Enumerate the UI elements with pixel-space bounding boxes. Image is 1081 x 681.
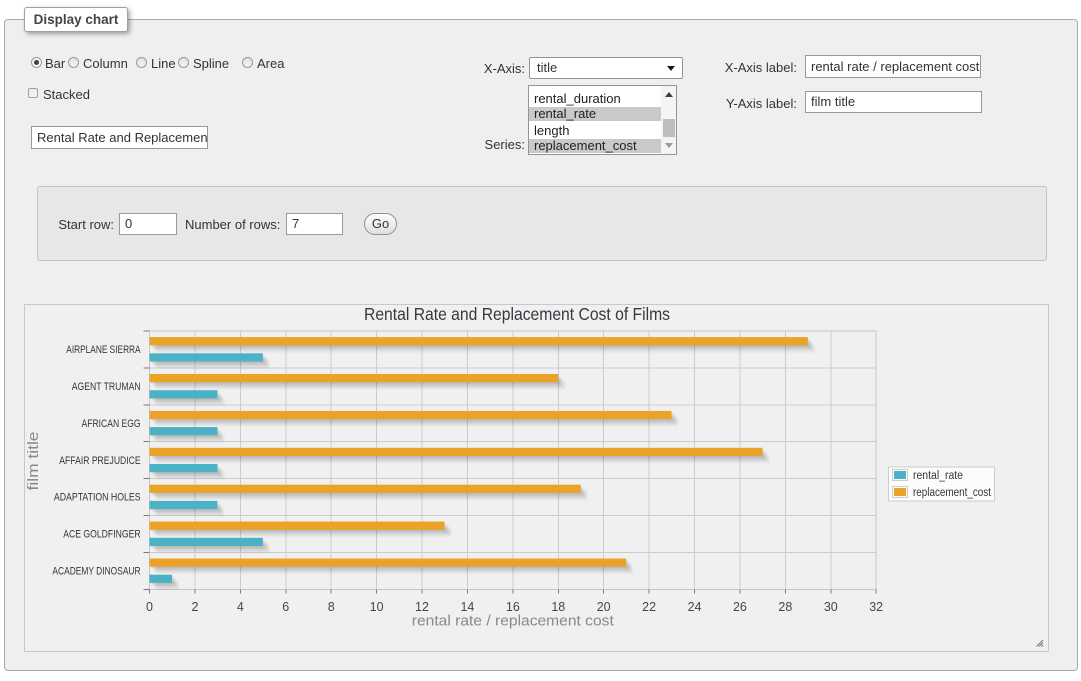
svg-text:AGENT TRUMAN: AGENT TRUMAN bbox=[72, 381, 141, 393]
svg-text:AIRPLANE SIERRA: AIRPLANE SIERRA bbox=[66, 344, 141, 356]
svg-text:28: 28 bbox=[778, 600, 792, 614]
svg-text:4: 4 bbox=[237, 600, 244, 614]
svg-text:ACE GOLDFINGER: ACE GOLDFINGER bbox=[63, 529, 140, 541]
svg-text:film title: film title bbox=[25, 432, 42, 491]
svg-text:6: 6 bbox=[282, 600, 289, 614]
svg-text:ADAPTATION HOLES: ADAPTATION HOLES bbox=[54, 492, 141, 504]
svg-text:AFFAIR PREJUDICE: AFFAIR PREJUDICE bbox=[59, 455, 140, 467]
svg-text:26: 26 bbox=[733, 600, 747, 614]
svg-text:24: 24 bbox=[688, 600, 702, 614]
svg-text:30: 30 bbox=[824, 600, 838, 614]
svg-text:10: 10 bbox=[370, 600, 384, 614]
svg-text:8: 8 bbox=[328, 600, 335, 614]
svg-text:rental_rate: rental_rate bbox=[913, 470, 963, 482]
svg-text:0: 0 bbox=[146, 600, 153, 614]
svg-text:replacement_cost: replacement_cost bbox=[913, 487, 992, 499]
svg-text:AFRICAN EGG: AFRICAN EGG bbox=[82, 418, 141, 430]
svg-text:Rental Rate and Replacement Co: Rental Rate and Replacement Cost of Film… bbox=[364, 305, 670, 324]
svg-text:2: 2 bbox=[191, 600, 198, 614]
svg-text:ACADEMY DINOSAUR: ACADEMY DINOSAUR bbox=[52, 565, 140, 577]
svg-text:rental rate / replacement cost: rental rate / replacement cost bbox=[412, 613, 615, 630]
svg-text:32: 32 bbox=[869, 600, 883, 614]
svg-text:22: 22 bbox=[642, 600, 656, 614]
